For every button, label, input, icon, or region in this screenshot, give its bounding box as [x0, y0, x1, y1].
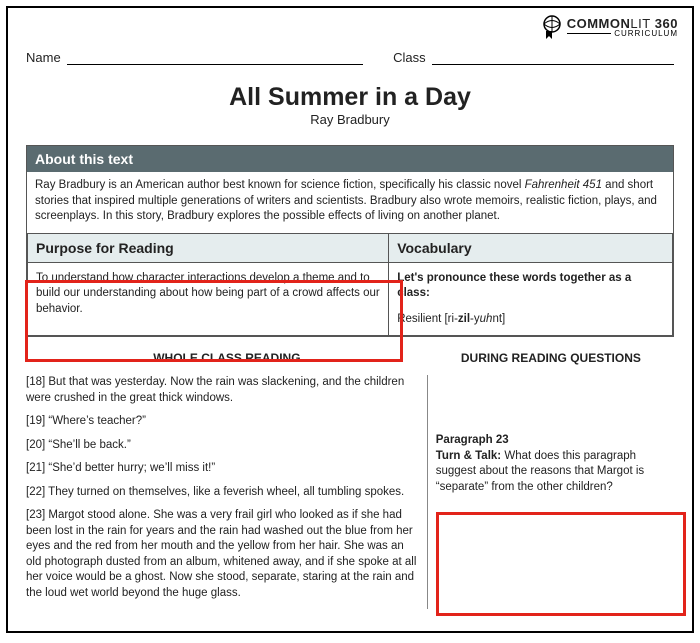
para-18: [18] But that was yesterday. Now the rai…: [26, 375, 419, 406]
vocab-body: Let's pronounce these words together as …: [389, 262, 673, 336]
question-block-23: Paragraph 23 Turn & Talk: What does this…: [436, 433, 674, 495]
reading-area: [18] But that was yesterday. Now the rai…: [26, 375, 674, 609]
class-input-line[interactable]: [432, 51, 674, 65]
whole-class-heading: WHOLE CLASS READING: [26, 351, 428, 365]
para-23: [23] Margot stood alone. She was a very …: [26, 508, 419, 601]
passage-column: [18] But that was yesterday. Now the rai…: [26, 375, 428, 609]
question-body: Turn & Talk: What does this paragraph su…: [436, 449, 674, 496]
about-text-em: Fahrenheit 451: [525, 179, 602, 191]
name-label: Name: [26, 50, 61, 65]
class-label: Class: [393, 50, 426, 65]
about-text-a: Ray Bradbury is an American author best …: [35, 179, 525, 191]
vocab-word: Resilient [ri-zil-yuhnt]: [397, 312, 664, 328]
questions-column: Paragraph 23 Turn & Talk: What does this…: [428, 375, 674, 609]
para-21: [21] “She’d better hurry; we’ll miss it!…: [26, 461, 419, 477]
question-lead: Turn & Talk:: [436, 450, 501, 462]
name-input-line[interactable]: [67, 51, 363, 65]
globe-ribbon-icon: [537, 14, 563, 40]
story-author: Ray Bradbury: [26, 112, 674, 127]
section-headings: WHOLE CLASS READING DURING READING QUEST…: [26, 351, 674, 365]
purpose-heading: Purpose for Reading: [28, 233, 389, 262]
purpose-body: To understand how character interactions…: [28, 262, 389, 336]
about-box: About this text Ray Bradbury is an Ameri…: [26, 145, 674, 337]
purpose-vocab-table: Purpose for Reading Vocabulary To unders…: [27, 233, 673, 337]
para-19: [19] “Where’s teacher?”: [26, 414, 419, 430]
para-20: [20] “She’ll be back.”: [26, 438, 419, 454]
question-title: Paragraph 23: [436, 433, 674, 449]
about-header: About this text: [27, 146, 673, 172]
para-22: [22] They turned on themselves, like a f…: [26, 485, 419, 501]
story-title: All Summer in a Day: [26, 83, 674, 112]
vocab-heading: Vocabulary: [389, 233, 673, 262]
worksheet-page: COMMONLIT 360 CURRICULUM Name Class All …: [6, 6, 694, 633]
vocab-lead: Let's pronounce these words together as …: [397, 271, 664, 302]
during-reading-heading: DURING READING QUESTIONS: [428, 351, 674, 365]
name-class-row: Name Class: [26, 50, 674, 65]
brand-sub: CURRICULUM: [614, 30, 678, 38]
brand-logo: COMMONLIT 360 CURRICULUM: [537, 14, 678, 40]
about-body: Ray Bradbury is an American author best …: [27, 172, 673, 233]
